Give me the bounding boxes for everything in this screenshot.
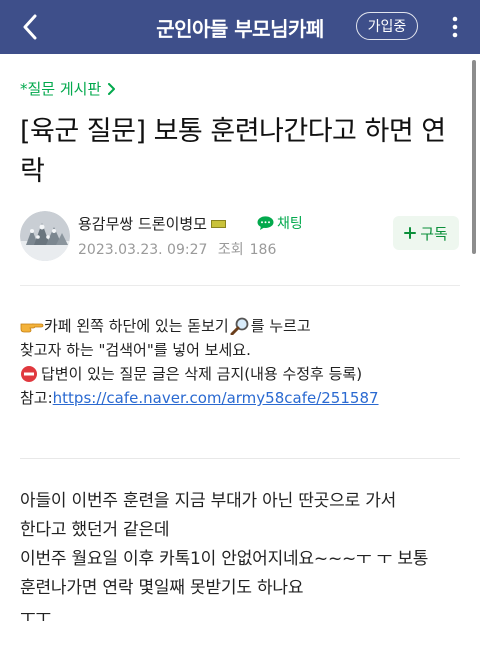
post-title: [육군 질문] 보통 훈련나간다고 하면 연락 xyxy=(20,116,446,187)
magnifier-icon xyxy=(229,317,251,335)
body-line: ㅜㅜ xyxy=(20,607,51,627)
body-line: 이번주 월요일 이후 카톡1이 안없어지네요~~~ㅜ ㅜ 보통 xyxy=(20,549,429,569)
notice-line-3: 답변이 있는 질문 글은 삭제 금지(내용 수정후 등록) xyxy=(41,365,363,383)
body-line: 한다고 했던거 같은데 xyxy=(20,520,170,540)
more-vertical-icon xyxy=(452,16,458,38)
scrollbar[interactable] xyxy=(472,60,476,254)
post-date: 2023.03.23. 09:27 xyxy=(78,242,208,258)
author-name[interactable]: 용감무쌍 드론이병모 xyxy=(78,213,226,234)
author-avatar[interactable] xyxy=(20,211,70,261)
subscribe-label: 구독 xyxy=(420,224,448,243)
top-app-bar: 군인아들 부모님카페 가입중 xyxy=(0,0,480,54)
plus-icon xyxy=(404,227,417,239)
back-arrow-icon xyxy=(23,14,37,40)
divider xyxy=(20,285,460,286)
notice-line-1b: 를 누르고 xyxy=(250,317,311,335)
post-body: 아들이 이번주 훈련을 지금 부대가 아닌 딴곳으로 가서 한다고 했던거 같은… xyxy=(20,487,460,632)
reference-link[interactable]: https://cafe.naver.com/army58cafe/251587 xyxy=(53,386,379,410)
divider xyxy=(20,458,460,459)
chat-label: 채팅 xyxy=(277,216,303,232)
views-label: 조회 xyxy=(217,242,244,258)
chevron-right-icon xyxy=(108,82,116,95)
board-notice: 카페 왼쪽 하단에 있는 돋보기 를 누르고 찾고자 하는 "검색어"를 넣어 … xyxy=(20,314,460,410)
no-entry-icon xyxy=(20,365,38,383)
author-name-label: 용감무쌍 드론이병모 xyxy=(78,215,207,233)
board-link-label: *질문 게시판 xyxy=(20,80,102,98)
chat-bubble-icon xyxy=(257,216,274,230)
body-line: 훈련나가면 연락 몇일째 못받기도 하나요 xyxy=(20,578,304,598)
chat-button[interactable]: 채팅 xyxy=(257,213,303,233)
more-menu-button[interactable] xyxy=(440,12,470,42)
notice-ref-label: 참고: xyxy=(20,389,53,407)
back-button[interactable] xyxy=(14,11,46,43)
views-count: 186 xyxy=(249,242,277,258)
joined-status-button[interactable]: 가입중 xyxy=(356,12,418,40)
board-link[interactable]: *질문 게시판 xyxy=(20,78,116,99)
notice-line-2: 찾고자 하는 "검색어"를 넣어 보세요. xyxy=(20,341,251,359)
notice-line-1a: 카페 왼쪽 하단에 있는 돋보기 xyxy=(44,317,229,335)
post-meta: 2023.03.23. 09:27 조회 186 xyxy=(78,239,282,259)
pointing-hand-icon xyxy=(20,318,44,334)
subscribe-button[interactable]: 구독 xyxy=(393,216,459,250)
member-level-icon xyxy=(210,219,226,228)
body-line: 아들이 이번주 훈련을 지금 부대가 아닌 딴곳으로 가서 xyxy=(20,491,397,511)
